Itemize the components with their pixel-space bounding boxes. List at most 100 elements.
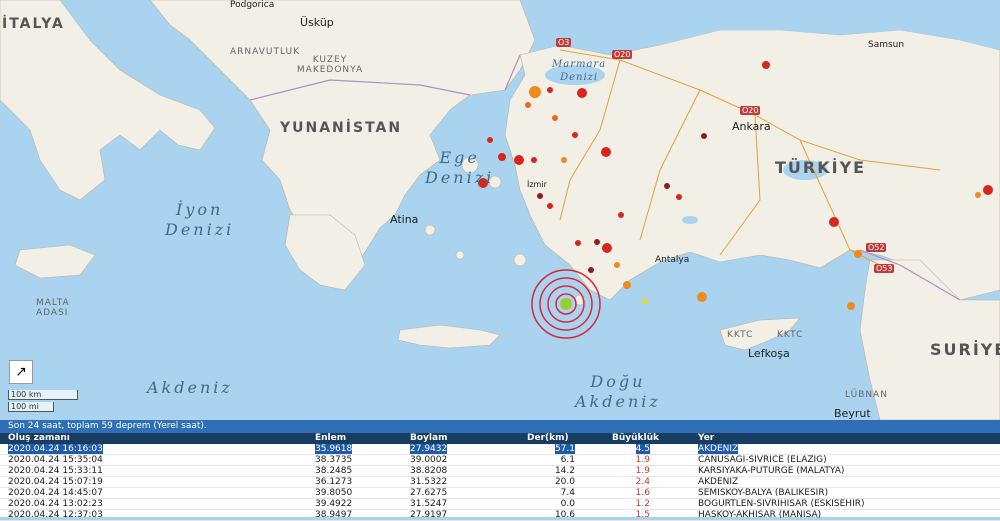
quake-marker bbox=[547, 203, 553, 209]
list-summary: Son 24 saat, toplam 59 deprem (Yerel saa… bbox=[0, 420, 1000, 433]
cell-depth: 14.2 bbox=[554, 466, 575, 476]
quake-marker bbox=[594, 239, 600, 245]
city-label-skopje: Üsküp bbox=[300, 16, 334, 29]
cell-location: AKDENIZ bbox=[698, 477, 739, 487]
road-badge-o20: O20 bbox=[740, 106, 761, 115]
col-location[interactable]: Yer bbox=[698, 433, 714, 444]
sea-label-east-mediterranean: Doğu Akdeniz bbox=[575, 372, 661, 411]
cell-lat: 38.9497 bbox=[315, 510, 353, 520]
cell-lat: 38.2485 bbox=[315, 466, 353, 476]
cell-time: 2020.04.24 16:16:03 bbox=[8, 444, 103, 454]
road-badge-o20b: O20 bbox=[612, 50, 633, 59]
scale-bar-km: 100 km bbox=[8, 390, 78, 400]
city-label-athens: Atina bbox=[390, 213, 419, 226]
quake-marker bbox=[642, 298, 648, 304]
quake-marker bbox=[618, 212, 624, 218]
city-label-samsun: Samsun bbox=[868, 40, 905, 50]
quake-marker bbox=[531, 157, 537, 163]
table-row[interactable]: 2020.04.24 14:45:07 39.8050 27.6275 7.4 1.6 S… bbox=[0, 488, 1000, 499]
quake-marker bbox=[572, 132, 578, 138]
country-label-north-macedonia: KUZEY MAKEDONYA bbox=[296, 55, 364, 75]
cell-time: 2020.04.24 15:33:11 bbox=[8, 466, 103, 476]
cell-magnitude: 2.4 bbox=[635, 477, 650, 487]
land-layer bbox=[0, 0, 1000, 420]
quake-marker bbox=[602, 243, 612, 253]
cell-lon: 31.5322 bbox=[410, 477, 448, 487]
earthquake-list-panel: Son 24 saat, toplam 59 deprem (Yerel saa… bbox=[0, 420, 1000, 521]
city-label-nicosia: Lefkoşa bbox=[748, 347, 790, 360]
table-row[interactable]: 2020.04.24 15:07:19 36.1273 31.5322 20.0 2.4… bbox=[0, 477, 1000, 488]
col-depth[interactable]: Der(km) bbox=[527, 433, 575, 444]
table-row[interactable]: 2020.04.24 15:35:04 38.3735 39.0002 6.1 1.9 C… bbox=[0, 455, 1000, 466]
cell-lat: 36.1273 bbox=[315, 477, 353, 487]
cell-magnitude: 1.9 bbox=[635, 455, 650, 465]
sea-label-marmara: Marmara Denizi bbox=[552, 59, 607, 83]
region-label-kktc: KKTC bbox=[727, 330, 754, 340]
cell-lon: 31.5247 bbox=[410, 499, 448, 509]
quake-marker bbox=[547, 87, 553, 93]
city-label-antalya: Antalya bbox=[655, 255, 690, 265]
quake-marker bbox=[577, 88, 587, 98]
lake bbox=[682, 216, 698, 224]
quake-marker bbox=[498, 153, 506, 161]
map-view[interactable]: İTALYA YUNANİSTAN TÜRKİYE SURİYE ARNAVUT… bbox=[0, 0, 1000, 420]
quake-marker bbox=[623, 281, 631, 289]
cell-lat: 38.3735 bbox=[315, 455, 353, 465]
quake-marker bbox=[829, 217, 839, 227]
region-label-kktc-2: KKTC bbox=[777, 330, 804, 340]
quake-marker bbox=[697, 292, 707, 302]
quake-marker bbox=[529, 86, 541, 98]
cell-lat-highlight: 35.9618 bbox=[315, 444, 353, 454]
table-body: 2020.04.24 16:16:03 35.9618 27.9432 57.1 4.5… bbox=[0, 444, 1000, 521]
country-label-lebanon: LÜBNAN bbox=[845, 390, 888, 400]
cell-lat: 39.4922 bbox=[315, 499, 353, 509]
quake-marker bbox=[537, 193, 543, 199]
sea-label-ionian: İyon Denizi bbox=[165, 200, 235, 239]
cell-depth: 10.6 bbox=[554, 510, 575, 520]
col-magnitude[interactable]: Büyüklük bbox=[612, 433, 659, 444]
cell-time: 2020.04.24 15:35:04 bbox=[8, 455, 103, 465]
quake-marker bbox=[847, 302, 855, 310]
table-row[interactable]: 2020.04.24 12:37:03 38.9497 27.9197 10.6 1.5… bbox=[0, 510, 1000, 521]
quake-marker bbox=[854, 250, 862, 258]
cell-lon-highlight: 27.9432 bbox=[410, 444, 448, 454]
latest-quake-highlight[interactable] bbox=[531, 269, 601, 339]
cell-lon: 27.9197 bbox=[410, 510, 448, 520]
cell-magnitude: 1.2 bbox=[635, 499, 650, 509]
country-label-syria: SURİYE bbox=[930, 340, 1000, 359]
col-lat[interactable]: Enlem bbox=[315, 433, 390, 444]
col-time[interactable]: Oluş zamanı bbox=[8, 433, 70, 444]
cell-location: KARSIYAKA-PUTURGE (MALATYA) bbox=[698, 466, 845, 476]
quake-marker bbox=[983, 185, 993, 195]
map-canvas[interactable] bbox=[0, 0, 1000, 420]
quake-marker bbox=[762, 61, 770, 69]
cell-time: 2020.04.24 13:02:23 bbox=[8, 499, 103, 509]
cell-location-highlight: AKDENIZ bbox=[698, 444, 739, 454]
scale-bar-mi: 100 mi bbox=[8, 402, 54, 412]
quake-marker bbox=[676, 194, 682, 200]
cell-depth: 57.1 bbox=[527, 444, 575, 454]
road-badge-o52: O52 bbox=[866, 243, 887, 252]
sea-label-aegean: Ege Denizi bbox=[425, 148, 495, 187]
cell-magnitude-highlight: 4.5 bbox=[635, 444, 650, 454]
cell-location: HASKOY-AKHISAR (MANISA) bbox=[698, 510, 822, 520]
quake-marker bbox=[588, 267, 594, 273]
sea-label-mediterranean: Akdeniz bbox=[147, 378, 233, 397]
table-row[interactable]: 2020.04.24 15:33:11 38.2485 38.8208 14.2 1.9… bbox=[0, 466, 1000, 477]
table-row[interactable]: 2020.04.24 16:16:03 35.9618 27.9432 57.1 4.5… bbox=[0, 444, 1000, 455]
expand-arrow-icon[interactable]: ↗ bbox=[9, 360, 33, 384]
city-label-ankara: Ankara bbox=[732, 120, 771, 133]
table-header: Oluş zamanı Enlem Boylam Der(km) Büyüklü… bbox=[0, 433, 1000, 444]
country-label-greece: YUNANİSTAN bbox=[280, 120, 403, 136]
col-lon[interactable]: Boylam bbox=[410, 433, 455, 444]
quake-marker bbox=[664, 183, 670, 189]
cell-location: AKDENIZ bbox=[698, 444, 739, 454]
city-label-beirut: Beyrut bbox=[834, 407, 871, 420]
cell-depth: 6.1 bbox=[560, 455, 575, 465]
cell-time: 2020.04.24 15:07:19 bbox=[8, 477, 103, 487]
quake-marker bbox=[487, 137, 493, 143]
road-badge-o3: O3 bbox=[556, 38, 572, 47]
road-badge-o53: O53 bbox=[874, 264, 895, 273]
table-row[interactable]: 2020.04.24 13:02:23 39.4922 31.5247 0.0 1.2 B… bbox=[0, 499, 1000, 510]
cell-location: SEMISKOY-BALYA (BALIKESIR) bbox=[698, 488, 829, 498]
